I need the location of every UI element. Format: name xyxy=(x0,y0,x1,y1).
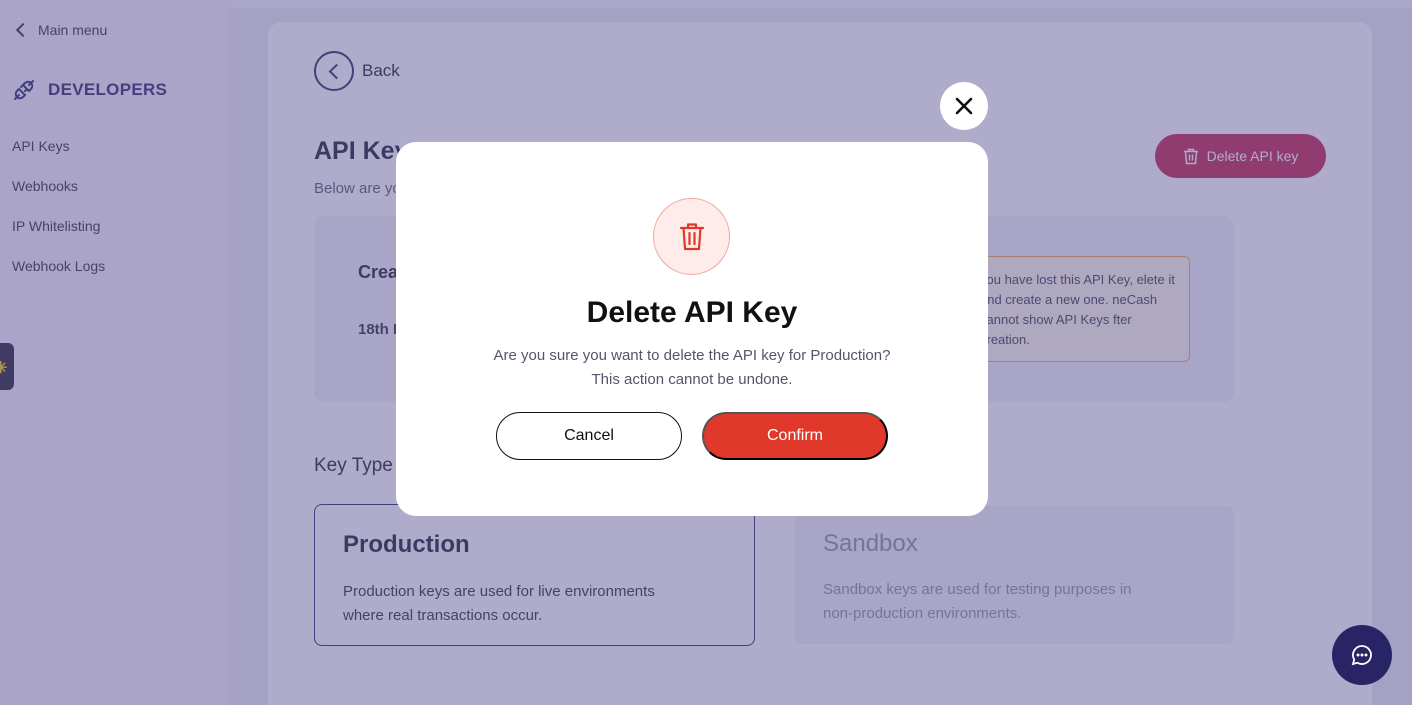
delete-confirm-modal: Delete API Key Are you sure you want to … xyxy=(396,142,988,516)
chat-bubble-icon xyxy=(1351,645,1372,666)
modal-message: Are you sure you want to delete the API … xyxy=(452,344,932,392)
modal-message-line: Are you sure you want to delete the API … xyxy=(493,347,891,364)
trash-icon xyxy=(679,222,704,250)
chat-support-button[interactable] xyxy=(1332,625,1392,685)
modal-message-line: This action cannot be undone. xyxy=(591,371,793,388)
trash-icon-badge xyxy=(653,198,730,275)
modal-title: Delete API Key xyxy=(586,296,798,329)
close-icon xyxy=(955,97,973,115)
cancel-button[interactable]: Cancel xyxy=(496,412,682,460)
close-modal-button[interactable] xyxy=(940,82,988,130)
confirm-button[interactable]: Confirm xyxy=(702,412,888,460)
